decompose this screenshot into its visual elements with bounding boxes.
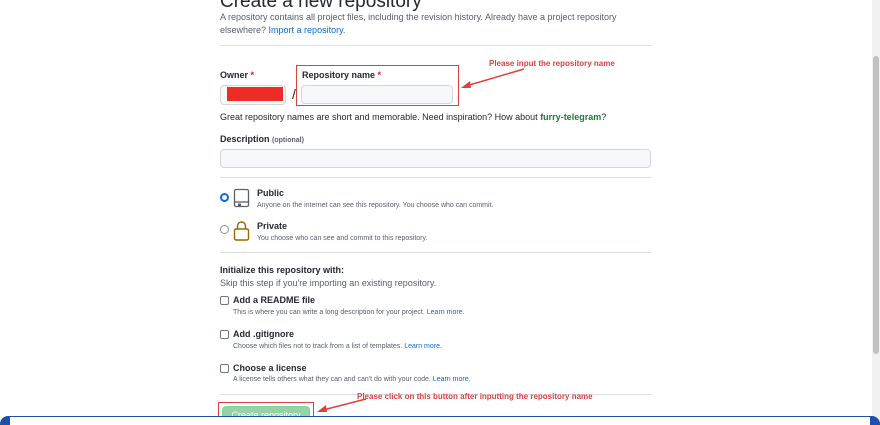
public-radio[interactable] [220,193,229,202]
license-checkbox[interactable] [220,364,229,373]
private-title: Private [257,221,288,231]
page-intro: A repository contains all project files,… [220,11,640,37]
annotation-create: Please click on this button after inputt… [357,392,593,401]
optional-tag: (optional) [272,137,304,144]
init-heading: Initialize this repository with: [220,265,345,275]
scrollbar-thumb[interactable] [873,56,879,354]
readme-checkbox[interactable] [220,296,229,305]
gitignore-learn-more-link[interactable]: Learn more. [404,343,442,350]
lock-icon [233,221,250,241]
repo-name-input[interactable] [301,85,453,104]
suggested-name-link[interactable]: furry-telegram [540,112,601,122]
repo-name-label: Repository name * [302,70,382,80]
license-title: Choose a license [233,363,307,373]
readme-learn-more-link[interactable]: Learn more. [427,309,465,316]
window-frame-inner [10,417,870,425]
public-description: Anyone on the internet can see this repo… [257,202,494,209]
owner-label: Owner * [220,70,255,80]
required-mark: * [377,70,382,80]
divider [220,177,651,178]
gitignore-checkbox[interactable] [220,330,229,339]
license-learn-more-link[interactable]: Learn more. [433,376,471,383]
annotation-arrow-icon [317,398,367,412]
gitignore-description: Choose which files not to track from a l… [233,343,442,350]
divider [220,45,651,46]
annotation-arrow-icon [461,68,525,88]
repo-public-icon [233,188,250,208]
owner-redacted [227,87,283,101]
init-subtext: Skip this step if you're importing an ex… [220,278,437,288]
private-radio[interactable] [220,225,229,234]
description-input[interactable] [220,149,651,168]
readme-title: Add a README file [233,295,316,305]
description-label: Description (optional) [220,134,304,144]
name-hint: Great repository names are short and mem… [220,112,607,122]
license-description: A license tells others what they can and… [233,376,471,383]
gitignore-title: Add .gitignore [233,329,294,339]
private-description: You choose who can see and commit to thi… [257,235,428,242]
required-mark: * [250,70,255,80]
readme-description: This is where you can write a long descr… [233,309,465,316]
public-title: Public [257,188,285,198]
divider [220,252,651,253]
import-repository-link[interactable]: Import a repository. [269,25,346,35]
